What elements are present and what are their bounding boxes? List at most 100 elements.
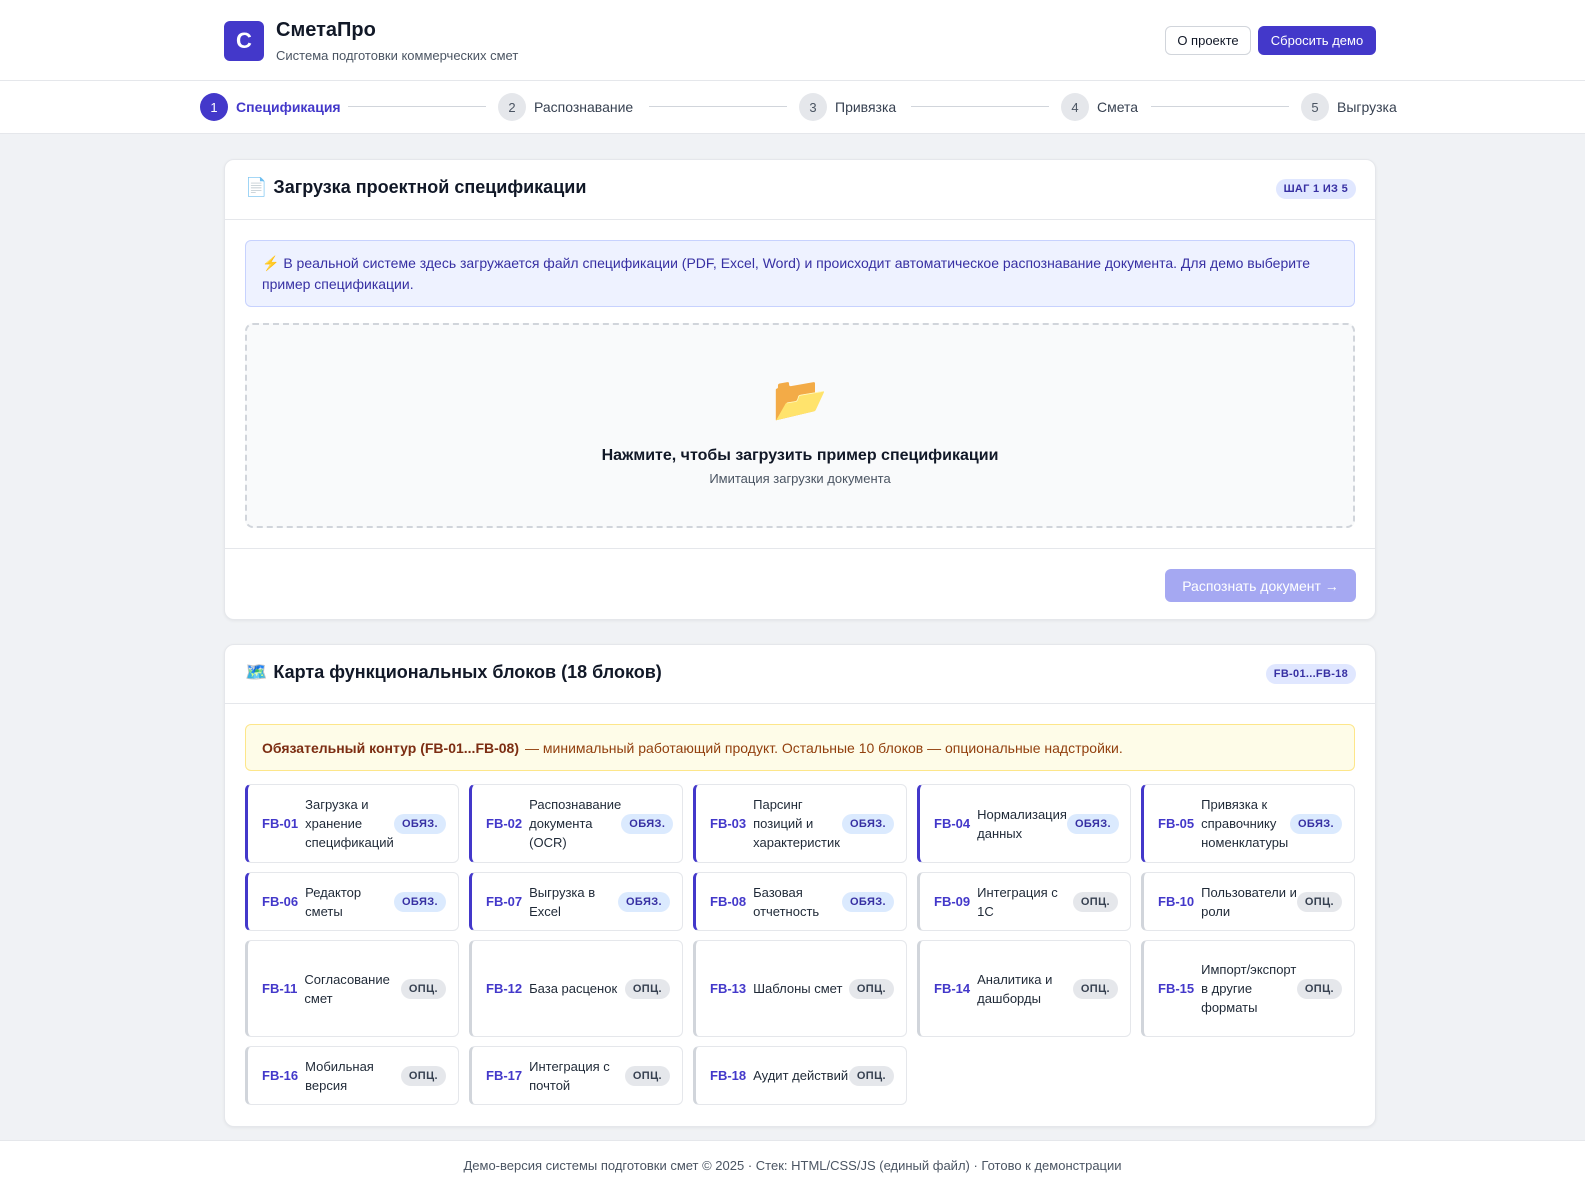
functional-block-card[interactable]: FB-05 Привязка к справочнику номенклатуры… <box>1141 784 1355 863</box>
step-number: 1 <box>200 93 228 121</box>
block-type-badge: ОПЦ. <box>848 978 894 999</box>
step-number: 4 <box>1061 93 1089 121</box>
block-code: FB-13 <box>710 981 747 996</box>
block-name: Парсинг позиций и характеристик <box>753 797 840 850</box>
block-code: FB-12 <box>486 981 523 996</box>
step-specification[interactable]: 1 Спецификация <box>200 93 341 121</box>
blocks-card-title: 🗺️ Карта функциональных блоков (18 блоко… <box>245 662 662 683</box>
block-type-badge: ОБЯЗ. <box>1066 813 1119 834</box>
block-name: Интеграция с почтой <box>529 1058 610 1093</box>
functional-block-card[interactable]: FB-10 Пользователи и роли ОПЦ. <box>1141 872 1355 931</box>
block-name: Распознавание документа (OCR) <box>529 797 622 850</box>
step-estimate[interactable]: 4 Смета <box>1061 93 1138 121</box>
functional-block-card[interactable]: FB-02 Распознавание документа (OCR) ОБЯЗ. <box>469 784 683 863</box>
functional-block-card[interactable]: FB-07 Выгрузка в Excel ОБЯЗ. <box>469 872 683 931</box>
block-type-badge: ОПЦ. <box>624 1065 670 1086</box>
recognize-document-button[interactable]: Распознать документ → <box>1165 569 1356 602</box>
block-code: FB-14 <box>934 981 971 996</box>
functional-block-card[interactable]: FB-12 База расценок ОПЦ. <box>469 940 683 1037</box>
divider <box>225 703 1375 704</box>
block-name: Привязка к справочнику номенклатуры <box>1201 797 1289 850</box>
block-code: FB-17 <box>486 1068 523 1083</box>
upload-card-title-text: Загрузка проектной спецификации <box>273 177 587 197</box>
block-type-badge: ОПЦ. <box>1072 891 1118 912</box>
app-logo: С <box>224 21 264 61</box>
block-type-badge: ОБЯЗ. <box>393 891 446 912</box>
functional-block-card[interactable]: FB-16 Мобильная версия ОПЦ. <box>245 1046 459 1105</box>
app-title: СметаПро <box>276 19 376 41</box>
block-code: FB-06 <box>262 894 299 909</box>
step-binding[interactable]: 3 Привязка <box>799 93 896 121</box>
block-code: FB-11 <box>262 981 298 996</box>
step-badge: ШАГ 1 ИЗ 5 <box>1275 179 1356 199</box>
block-code: FB-10 <box>1158 894 1195 909</box>
block-name: База расценок <box>529 981 618 996</box>
functional-block-card[interactable]: FB-03 Парсинг позиций и характеристик ОБЯЗ… <box>693 784 907 863</box>
functional-block-card[interactable]: FB-11 Согласование смет ОПЦ. <box>245 940 459 1037</box>
block-type-badge: ОБЯЗ. <box>841 813 894 834</box>
folder-icon: 📂 <box>772 375 828 424</box>
map-icon: 🗺️ <box>245 662 268 682</box>
block-type-badge: ОБЯЗ. <box>621 813 674 834</box>
required-notice: Обязательный контур (FB-01...FB-08) — ми… <box>245 724 1355 771</box>
block-code: FB-03 <box>710 816 747 831</box>
divider <box>225 548 1375 549</box>
dropzone-subtitle: Имитация загрузки документа <box>709 471 891 486</box>
block-name: Интеграция с 1С <box>977 884 1058 919</box>
block-name: Выгрузка в Excel <box>529 884 596 919</box>
document-icon: 📄 <box>245 177 268 197</box>
block-name: Шаблоны смет <box>753 981 843 996</box>
block-type-badge: ОБЯЗ. <box>841 891 894 912</box>
block-name: Базовая отчетность <box>753 884 820 919</box>
functional-block-card[interactable]: FB-14 Аналитика и дашборды ОПЦ. <box>917 940 1131 1037</box>
step-recognition[interactable]: 2 Распознавание <box>498 93 633 121</box>
functional-block-card[interactable]: FB-08 Базовая отчетность ОБЯЗ. <box>693 872 907 931</box>
functional-block-card[interactable]: FB-09 Интеграция с 1С ОПЦ. <box>917 872 1131 931</box>
app-header: С СметаПро Система подготовки коммерческ… <box>0 0 1585 81</box>
blocks-range-badge: FB-01...FB-18 <box>1265 664 1356 684</box>
upload-dropzone[interactable]: 📂 Нажмите, чтобы загрузить пример специф… <box>245 323 1355 528</box>
step-label: Распознавание <box>534 99 634 115</box>
step-label: Смета <box>1097 99 1139 115</box>
step-connector <box>911 106 1049 107</box>
functional-block-card[interactable]: FB-17 Интеграция с почтой ОПЦ. <box>469 1046 683 1105</box>
blocks-card: 🗺️ Карта функциональных блоков (18 блоко… <box>224 644 1376 1127</box>
functional-block-card[interactable]: FB-13 Шаблоны смет ОПЦ. <box>693 940 907 1037</box>
block-code: FB-16 <box>262 1068 299 1083</box>
functional-block-card[interactable]: FB-06 Редактор сметы ОБЯЗ. <box>245 872 459 931</box>
block-name: Редактор сметы <box>305 884 362 919</box>
block-code: FB-09 <box>934 894 971 909</box>
step-export[interactable]: 5 Выгрузка <box>1301 93 1397 121</box>
functional-block-card[interactable]: FB-01 Загрузка и хранение спецификаций ОБЯ… <box>245 784 459 863</box>
divider <box>225 219 1375 220</box>
functional-block-card[interactable]: FB-18 Аудит действий ОПЦ. <box>693 1046 907 1105</box>
functional-block-card[interactable]: FB-15 Импорт/экспорт в другие форматы ОПЦ. <box>1141 940 1355 1037</box>
block-name: Мобильная версия <box>305 1058 374 1093</box>
block-code: FB-04 <box>934 816 971 831</box>
step-number: 3 <box>799 93 827 121</box>
about-button[interactable]: О проекте <box>1165 26 1251 55</box>
blocks-card-title-text: Карта функциональных блоков (18 блоков) <box>273 662 662 682</box>
dropzone-title: Нажмите, чтобы загрузить пример специфик… <box>601 447 999 464</box>
step-label: Привязка <box>835 99 897 115</box>
app-subtitle: Система подготовки коммерческих смет <box>276 48 519 63</box>
block-code: FB-01 <box>262 816 299 831</box>
block-code: FB-08 <box>710 894 747 909</box>
block-code: FB-07 <box>486 894 523 909</box>
block-type-badge: ОПЦ. <box>1296 978 1342 999</box>
step-connector <box>649 106 787 107</box>
step-connector <box>348 106 486 107</box>
info-banner: ⚡ В реальной системе здесь загружается ф… <box>245 240 1355 307</box>
block-type-badge: ОПЦ. <box>848 1065 894 1086</box>
notice-text: — минимальный работающий продукт. Осталь… <box>525 739 1123 756</box>
upload-card: 📄 Загрузка проектной спецификации ШАГ 1 … <box>224 159 1376 620</box>
reset-demo-button[interactable]: Сбросить демо <box>1258 26 1376 55</box>
block-type-badge: ОПЦ. <box>1296 891 1342 912</box>
page-footer: Демо-версия системы подготовки смет © 20… <box>0 1140 1585 1204</box>
block-code: FB-18 <box>710 1068 747 1083</box>
block-type-badge: ОПЦ. <box>400 978 446 999</box>
block-name: Аналитика и дашборды <box>977 971 1053 1006</box>
block-code: FB-05 <box>1158 816 1195 831</box>
functional-block-card[interactable]: FB-04 Нормализация данных ОБЯЗ. <box>917 784 1131 863</box>
block-type-badge: ОПЦ. <box>624 978 670 999</box>
